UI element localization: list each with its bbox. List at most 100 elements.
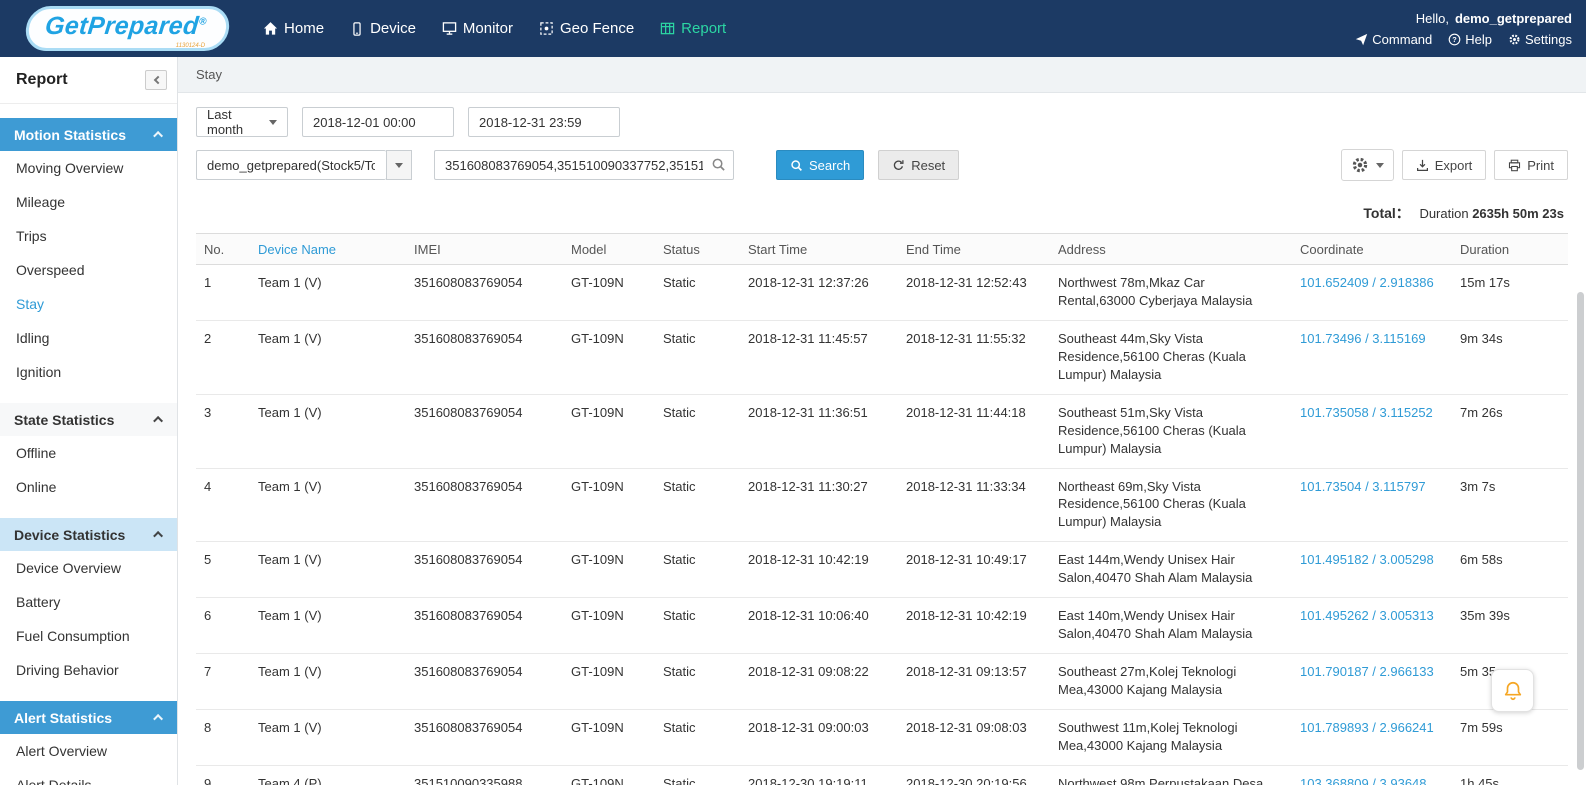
cell-coordinate: 101.652409 / 2.918386: [1292, 264, 1452, 321]
search-icon: [790, 159, 803, 172]
coordinate-link[interactable]: 101.789893 / 2.966241: [1300, 720, 1434, 735]
coordinate-link[interactable]: 101.495262 / 3.005313: [1300, 608, 1434, 623]
sidebar-item-mileage[interactable]: Mileage: [0, 185, 177, 219]
help-icon: ?: [1448, 33, 1461, 46]
search-button[interactable]: Search: [776, 150, 865, 180]
sidebar-section-label: State Statistics: [14, 411, 115, 428]
sidebar-item-idling[interactable]: Idling: [0, 321, 177, 355]
cell-address: Southeast 44m,Sky Vista Residence,56100 …: [1050, 320, 1292, 395]
logo-registered-mark: ®: [198, 16, 208, 28]
sidebar-item-trips[interactable]: Trips: [0, 219, 177, 253]
sidebar-item-battery[interactable]: Battery: [0, 585, 177, 619]
top-header: GetPrepared® 1130124-D Home Device Monit…: [0, 0, 1586, 57]
device-select-group: demo_getprepared(Stock5/Tot...: [196, 150, 412, 180]
cell-device-name: Team 1 (V): [250, 468, 406, 543]
cell-status: Static: [655, 541, 740, 599]
settings-label: Settings: [1525, 31, 1572, 47]
bell-icon: [1502, 680, 1524, 702]
table-row: 4 Team 1 (V) 351608083769054 GT-109N Sta…: [196, 468, 1568, 543]
table-row: 9 Team 4 (P) 351510090335988 GT-109N Sta…: [196, 765, 1568, 785]
coordinate-link[interactable]: 101.735058 / 3.115252: [1300, 405, 1433, 420]
sidebar-section-device-statistics[interactable]: Device Statistics: [0, 518, 177, 551]
table-row: 3 Team 1 (V) 351608083769054 GT-109N Sta…: [196, 394, 1568, 469]
device-select[interactable]: demo_getprepared(Stock5/Tot...: [196, 150, 386, 180]
notification-bell-button[interactable]: [1491, 669, 1534, 712]
coordinate-link[interactable]: 101.790187 / 2.966133: [1300, 664, 1434, 679]
nav-home-label: Home: [284, 20, 325, 37]
cell-start-time: 2018-12-31 10:42:19: [740, 541, 898, 599]
device-select-drop-button[interactable]: [386, 150, 412, 180]
help-link[interactable]: ? Help: [1448, 32, 1492, 47]
username[interactable]: demo_getprepared: [1455, 11, 1572, 26]
main-content: Stay Last month demo_getprepared(Stock5/…: [178, 57, 1586, 785]
search-button-label: Search: [809, 157, 851, 173]
start-date-input[interactable]: [302, 107, 454, 137]
cell-imei: 351608083769054: [406, 597, 563, 655]
cell-no: 8: [196, 709, 250, 766]
report-sidebar: Report Motion Statistics Moving Overview…: [0, 57, 178, 785]
cell-end-time: 2018-12-30 20:19:56: [898, 765, 1050, 785]
export-button[interactable]: Export: [1401, 150, 1487, 180]
cell-status: Static: [655, 709, 740, 766]
chevron-up-icon: [153, 415, 164, 426]
coordinate-link[interactable]: 101.73504 / 3.115797: [1300, 479, 1426, 494]
sidebar-item-alert-overview[interactable]: Alert Overview: [0, 734, 177, 768]
coordinate-link[interactable]: 101.495182 / 3.005298: [1300, 552, 1434, 567]
report-icon: [660, 21, 675, 36]
sidebar-collapse-button[interactable]: [145, 70, 167, 90]
vertical-scrollbar[interactable]: [1577, 292, 1584, 770]
cell-imei: 351608083769054: [406, 468, 563, 543]
sidebar-item-device-overview[interactable]: Device Overview: [0, 551, 177, 585]
sidebar-item-moving-overview[interactable]: Moving Overview: [0, 151, 177, 185]
settings-link[interactable]: Settings: [1508, 32, 1572, 47]
reset-icon: [892, 159, 905, 172]
end-date-input[interactable]: [468, 107, 620, 137]
nav-geo-fence[interactable]: Geo Fence: [539, 20, 634, 37]
sidebar-item-alert-details[interactable]: Alert Details: [0, 768, 177, 785]
sidebar-item-online[interactable]: Online: [0, 470, 177, 504]
cell-no: 9: [196, 765, 250, 785]
sidebar-section-items: Alert Overview Alert Details: [0, 734, 177, 785]
reset-button[interactable]: Reset: [878, 150, 960, 180]
cell-no: 1: [196, 264, 250, 321]
coordinate-link[interactable]: 101.652409 / 2.918386: [1300, 275, 1434, 290]
coordinate-link[interactable]: 103.368809 / 3.93648: [1300, 776, 1427, 785]
table-row: 1 Team 1 (V) 351608083769054 GT-109N Sta…: [196, 264, 1568, 321]
nav-device[interactable]: Device: [350, 20, 416, 37]
sidebar-item-stay[interactable]: Stay: [0, 287, 177, 321]
date-range-select[interactable]: Last month: [196, 107, 288, 137]
col-device-name[interactable]: Device Name: [250, 233, 406, 265]
sidebar-item-overspeed[interactable]: Overspeed: [0, 253, 177, 287]
sidebar-section-motion-statistics[interactable]: Motion Statistics: [0, 118, 177, 151]
coordinate-link[interactable]: 101.73496 / 3.115169: [1300, 331, 1426, 346]
sidebar-item-ignition[interactable]: Ignition: [0, 355, 177, 389]
column-settings-button[interactable]: [1340, 149, 1394, 181]
print-button-label: Print: [1527, 157, 1554, 173]
sidebar-item-offline[interactable]: Offline: [0, 436, 177, 470]
sidebar-section-state-statistics[interactable]: State Statistics: [0, 403, 177, 436]
nav-home[interactable]: Home: [263, 20, 324, 37]
device-icon: [350, 21, 364, 36]
col-model: Model: [563, 233, 655, 265]
sidebar-section-alert-statistics[interactable]: Alert Statistics: [0, 701, 177, 734]
cell-device-name: Team 1 (V): [250, 653, 406, 710]
sidebar-item-driving-behavior[interactable]: Driving Behavior: [0, 653, 177, 687]
logo[interactable]: GetPrepared® 1130124-D: [23, 6, 232, 51]
cell-start-time: 2018-12-31 09:08:22: [740, 653, 898, 710]
imei-search-input[interactable]: [434, 150, 734, 180]
cell-no: 6: [196, 597, 250, 655]
cell-imei: 351608083769054: [406, 394, 563, 469]
command-link[interactable]: Command: [1355, 32, 1432, 47]
cell-imei: 351608083769054: [406, 653, 563, 710]
cell-start-time: 2018-12-31 10:06:40: [740, 597, 898, 655]
search-icon[interactable]: [711, 157, 726, 172]
sidebar-item-fuel-consumption[interactable]: Fuel Consumption: [0, 619, 177, 653]
print-button[interactable]: Print: [1494, 150, 1568, 180]
col-no: No.: [196, 233, 250, 265]
cell-model: GT-109N: [563, 597, 655, 655]
cell-end-time: 2018-12-31 11:55:32: [898, 320, 1050, 395]
cell-status: Static: [655, 765, 740, 785]
nav-report[interactable]: Report: [660, 20, 726, 37]
col-duration: Duration: [1452, 233, 1568, 265]
nav-monitor[interactable]: Monitor: [442, 20, 513, 37]
